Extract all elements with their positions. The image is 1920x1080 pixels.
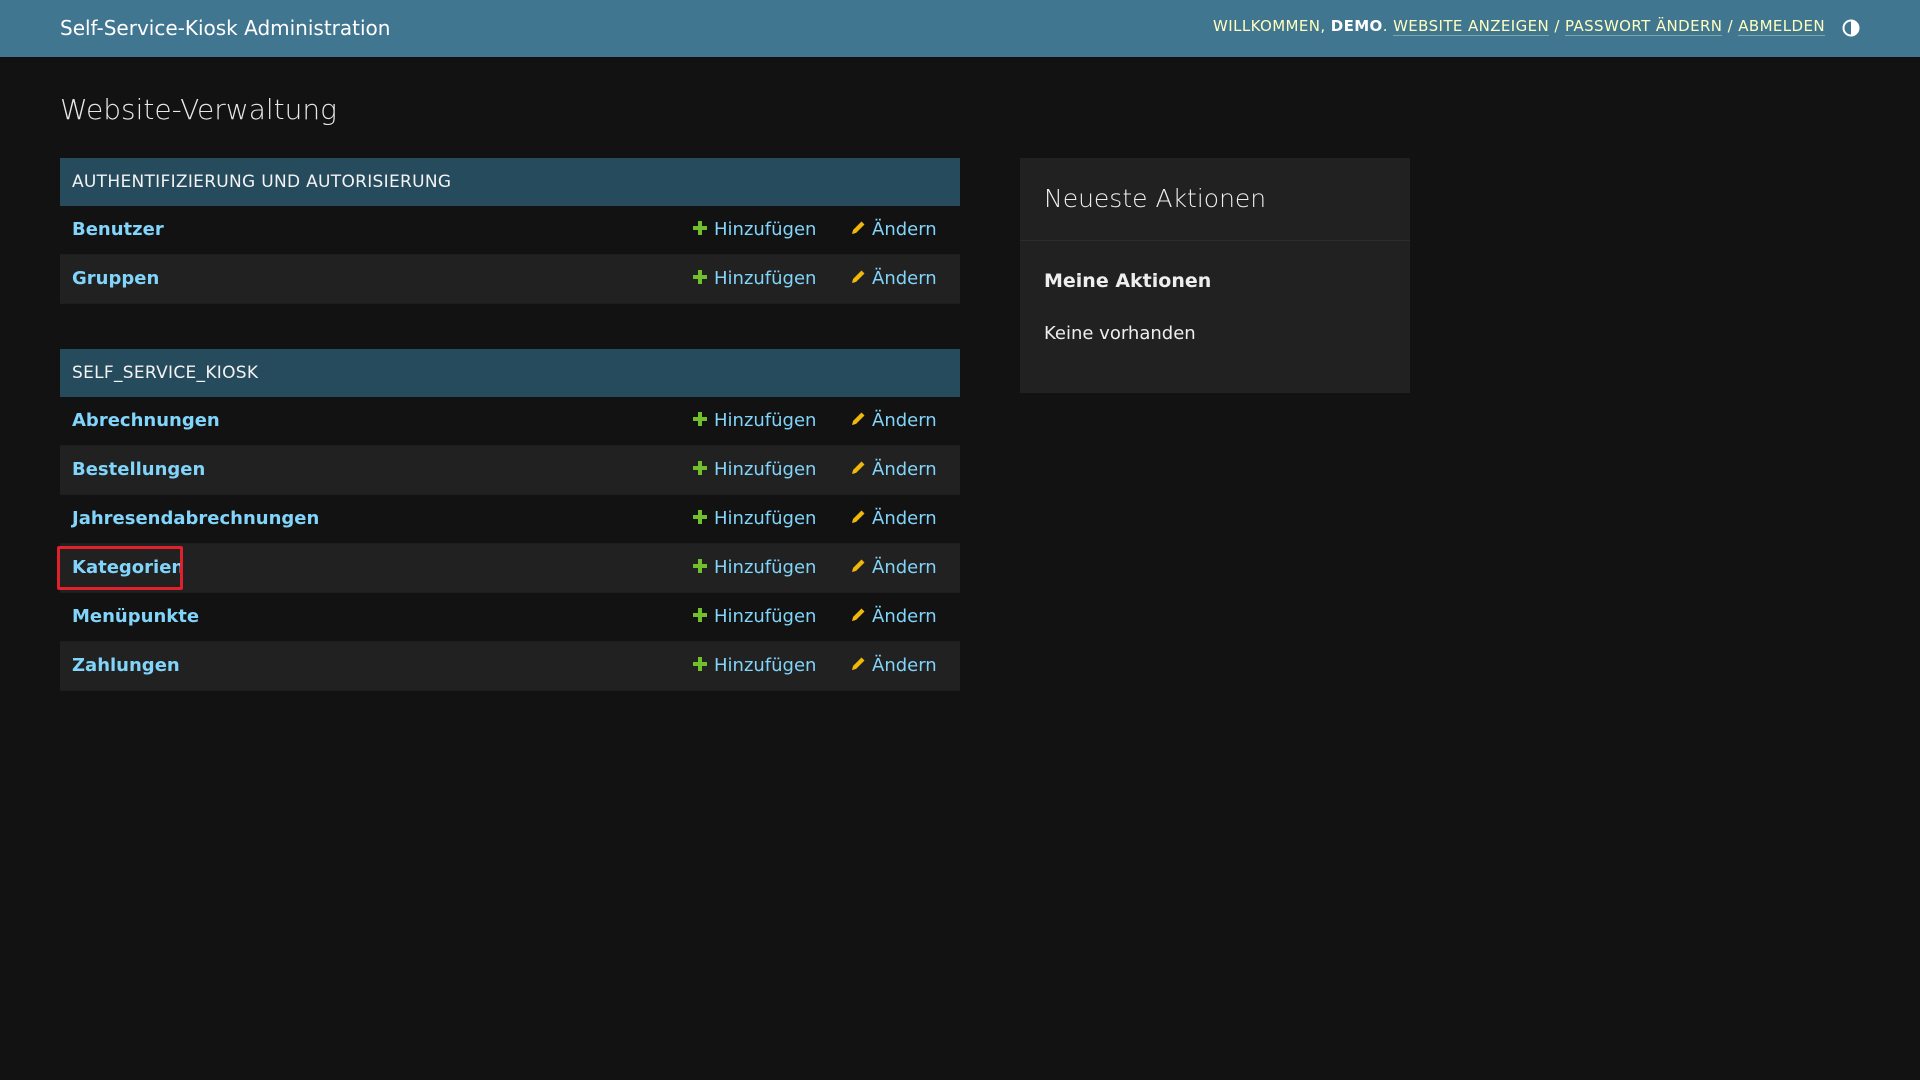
site-branding[interactable]: Self-Service-Kiosk Administration: [60, 16, 390, 40]
add-label: Hinzufügen: [714, 606, 817, 627]
add-label: Hinzufügen: [714, 655, 817, 676]
module-auth: Authentifizierung und Autorisierung Benu…: [60, 158, 960, 304]
module-caption-text[interactable]: Authentifizierung und Autorisierung: [72, 172, 451, 192]
change-kategorien-button[interactable]: Ändern: [850, 557, 937, 578]
model-row-abrechnungen: Abrechnungen Hinzufügen Ändern: [60, 397, 960, 446]
module-caption-text[interactable]: SELF_SERVICE_KIOSK: [72, 363, 258, 383]
add-abrechnungen-button[interactable]: Hinzufügen: [692, 410, 816, 431]
username: demo: [1330, 17, 1383, 35]
plus-icon: [693, 608, 707, 622]
recent-actions-panel: Neueste Aktionen Meine Aktionen Keine vo…: [1020, 158, 1410, 393]
change-password-link[interactable]: Passwort ändern: [1564, 17, 1723, 36]
add-benutzer-button[interactable]: Hinzufügen: [692, 219, 816, 240]
change-label: Ändern: [872, 655, 937, 676]
pencil-icon: [852, 461, 865, 474]
add-label: Hinzufügen: [714, 557, 817, 578]
model-link-jahresendabrechnungen[interactable]: Jahresendabrechnungen: [72, 508, 319, 529]
add-label: Hinzufügen: [714, 219, 817, 240]
plus-icon: [693, 559, 707, 573]
model-link-gruppen[interactable]: Gruppen: [72, 268, 159, 289]
no-actions-text: Keine vorhanden: [1044, 323, 1196, 344]
add-bestellungen-button[interactable]: Hinzufügen: [692, 459, 816, 480]
model-row-zahlungen: Zahlungen Hinzufügen Ändern: [60, 642, 960, 691]
change-label: Ändern: [872, 557, 937, 578]
model-row-benutzer: Benutzer Hinzufügen Ändern: [60, 206, 960, 255]
add-gruppen-button[interactable]: Hinzufügen: [692, 268, 816, 289]
user-tools: Willkommen, demo. Website anzeigen / Pas…: [1213, 17, 1825, 36]
model-link-menuepunkte[interactable]: Menüpunkte: [72, 606, 199, 627]
recent-actions-title: Neueste Aktionen: [1044, 184, 1267, 213]
add-jahresendabrechnungen-button[interactable]: Hinzufügen: [692, 508, 816, 529]
add-label: Hinzufügen: [714, 410, 817, 431]
add-label: Hinzufügen: [714, 268, 817, 289]
change-label: Ändern: [872, 410, 937, 431]
model-row-jahresendabrechnungen: Jahresendabrechnungen Hinzufügen Ändern: [60, 495, 960, 544]
change-label: Ändern: [872, 268, 937, 289]
pencil-icon: [852, 657, 865, 670]
add-zahlungen-button[interactable]: Hinzufügen: [692, 655, 816, 676]
add-menuepunkte-button[interactable]: Hinzufügen: [692, 606, 816, 627]
model-row-menuepunkte: Menüpunkte Hinzufügen Ändern: [60, 593, 960, 642]
pencil-icon: [852, 270, 865, 283]
pencil-icon: [852, 221, 865, 234]
view-site-link[interactable]: Website anzeigen: [1393, 17, 1550, 36]
separator: /: [1554, 17, 1560, 35]
change-zahlungen-button[interactable]: Ändern: [850, 655, 937, 676]
model-link-kategorien[interactable]: Kategorien: [72, 557, 184, 578]
module-caption-auth[interactable]: Authentifizierung und Autorisierung: [60, 158, 960, 206]
plus-icon: [693, 461, 707, 475]
my-actions-heading: Meine Aktionen: [1044, 270, 1212, 292]
change-label: Ändern: [872, 459, 937, 480]
welcome-text: Willkommen,: [1213, 17, 1326, 35]
plus-icon: [693, 270, 707, 284]
add-kategorien-button[interactable]: Hinzufügen: [692, 557, 816, 578]
module-self-service-kiosk: SELF_SERVICE_KIOSK Abrechnungen Hinzufüg…: [57, 349, 960, 691]
plus-icon: [693, 221, 707, 235]
change-jahresendabrechnungen-button[interactable]: Ändern: [850, 508, 937, 529]
contrast-toggle-icon[interactable]: [1842, 19, 1860, 37]
model-row-kategorien: Kategorien Hinzufügen Ändern: [57, 544, 960, 593]
model-link-zahlungen[interactable]: Zahlungen: [72, 655, 180, 676]
change-abrechnungen-button[interactable]: Ändern: [850, 410, 937, 431]
plus-icon: [693, 412, 707, 426]
add-label: Hinzufügen: [714, 508, 817, 529]
model-row-gruppen: Gruppen Hinzufügen Ändern: [60, 255, 960, 304]
module-caption-kiosk[interactable]: SELF_SERVICE_KIOSK: [60, 349, 960, 397]
add-label: Hinzufügen: [714, 459, 817, 480]
plus-icon: [693, 657, 707, 671]
change-label: Ändern: [872, 219, 937, 240]
model-row-bestellungen: Bestellungen Hinzufügen Ändern: [60, 446, 960, 495]
pencil-icon: [852, 608, 865, 621]
page-title: Website-Verwaltung: [60, 93, 337, 126]
divider: [1020, 240, 1410, 241]
change-menuepunkte-button[interactable]: Ändern: [850, 606, 937, 627]
change-label: Ändern: [872, 606, 937, 627]
separator: /: [1727, 17, 1734, 35]
change-label: Ändern: [872, 508, 937, 529]
model-link-benutzer[interactable]: Benutzer: [72, 219, 164, 240]
change-benutzer-button[interactable]: Ändern: [850, 219, 937, 240]
model-link-bestellungen[interactable]: Bestellungen: [72, 459, 205, 480]
pencil-icon: [852, 559, 865, 572]
change-gruppen-button[interactable]: Ändern: [850, 268, 937, 289]
logout-link[interactable]: Abmelden: [1738, 17, 1825, 36]
pencil-icon: [852, 510, 865, 523]
model-link-abrechnungen[interactable]: Abrechnungen: [72, 410, 220, 431]
change-bestellungen-button[interactable]: Ändern: [850, 459, 937, 480]
pencil-icon: [852, 412, 865, 425]
plus-icon: [693, 510, 707, 524]
header: Self-Service-Kiosk Administration Willko…: [0, 0, 1920, 57]
